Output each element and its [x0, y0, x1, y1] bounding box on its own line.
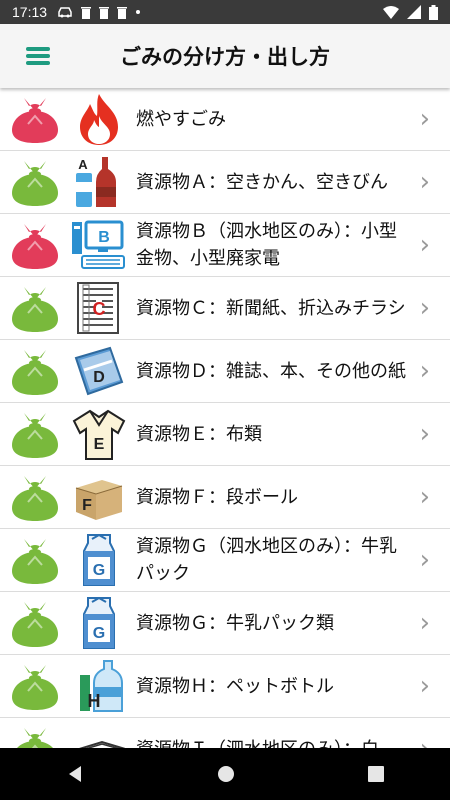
back-icon[interactable] — [66, 765, 84, 783]
pet-bottle-icon: H — [72, 659, 126, 713]
list-item-label: 資源物Ｆ：段ボール — [136, 486, 298, 508]
dot-icon — [136, 10, 141, 14]
chevron-right-icon: › — [419, 419, 430, 449]
trash-icon — [117, 6, 128, 19]
status-time: 17:13 — [12, 4, 48, 20]
list-item-label: 資源物Ｉ（泗水地区のみ）：白 — [136, 736, 411, 749]
list-item[interactable]: A 資源物Ａ：空きかん、空きびん › — [0, 151, 450, 214]
garbage-bag-icon — [12, 539, 58, 584]
category-list: 燃やすごみ › A 資源物Ａ：空きかん、空きびん › B 資源物Ｂ（泗水地区のみ）：小型金物… — [0, 88, 450, 748]
garbage-bag-icon — [12, 350, 58, 395]
navigation-bar — [0, 748, 450, 800]
page-title: ごみの分け方・出し方 — [120, 45, 330, 69]
milk-carton-icon: G — [72, 533, 126, 587]
cardboard-box-icon: F — [72, 470, 126, 524]
list-item[interactable]: C 資源物Ｃ：新聞紙、折込みチラシ › — [0, 277, 450, 340]
status-bar: 17:13 — [0, 0, 450, 24]
list-item-label: 資源物Ｇ（泗水地区のみ）：牛乳パック — [136, 536, 397, 584]
list-item-label: 資源物Ｄ：雑誌、本、その他の紙 — [136, 360, 406, 382]
chevron-right-icon: › — [419, 671, 430, 701]
svg-text:B: B — [98, 229, 110, 246]
svg-text:E: E — [94, 436, 105, 453]
list-item-label: 資源物Ｅ：布類 — [136, 423, 262, 445]
list-item[interactable]: E 資源物Ｅ：布類 › — [0, 403, 450, 466]
tray-icon — [72, 722, 126, 748]
chevron-right-icon: › — [419, 608, 430, 638]
svg-text:C: C — [93, 299, 106, 319]
list-item-label: 資源物Ｇ：牛乳パック類 — [136, 612, 334, 634]
app-bar: ごみの分け方・出し方 — [0, 24, 450, 88]
list-item[interactable]: G 資源物Ｇ：牛乳パック類 › — [0, 592, 450, 655]
signal-icon — [407, 5, 421, 19]
garbage-bag-icon — [12, 413, 58, 458]
garbage-bag-icon — [12, 665, 58, 710]
chevron-right-icon: › — [419, 482, 430, 512]
svg-text:H: H — [88, 691, 101, 711]
list-item[interactable]: 燃やすごみ › — [0, 88, 450, 151]
trash-icon — [81, 6, 92, 19]
chevron-right-icon: › — [419, 356, 430, 386]
list-item[interactable]: F 資源物Ｆ：段ボール › — [0, 466, 450, 529]
list-item-label: 燃やすごみ — [136, 108, 226, 130]
list-item[interactable]: 資源物Ｉ（泗水地区のみ）：白 › — [0, 718, 450, 748]
svg-text:F: F — [82, 497, 92, 514]
list-item-label: 資源物Ｃ：新聞紙、折込みチラシ — [136, 297, 406, 319]
car-icon — [58, 7, 72, 18]
svg-text:A: A — [78, 157, 88, 172]
hamburger-icon — [26, 44, 50, 68]
svg-text:G: G — [93, 562, 105, 579]
wifi-icon — [383, 5, 399, 19]
magazine-icon: D — [72, 344, 126, 398]
home-icon[interactable] — [217, 765, 235, 783]
bottle-can-icon: A — [72, 155, 126, 209]
list-item[interactable]: B 資源物Ｂ（泗水地区のみ）：小型金物、小型廃家電 › — [0, 214, 450, 277]
list-item[interactable]: G 資源物Ｇ（泗水地区のみ）：牛乳パック › — [0, 529, 450, 592]
milk-carton-icon: G — [72, 596, 126, 650]
garbage-bag-icon — [17, 728, 53, 748]
battery-icon — [429, 4, 438, 20]
menu-button[interactable] — [10, 24, 66, 88]
garbage-bag-icon — [12, 602, 58, 647]
garbage-bag-icon — [12, 287, 58, 332]
svg-text:D: D — [93, 369, 105, 386]
list-item[interactable]: D 資源物Ｄ：雑誌、本、その他の紙 › — [0, 340, 450, 403]
garbage-bag-icon — [12, 476, 58, 521]
garbage-bag-icon — [12, 161, 58, 206]
list-item-label: 資源物Ａ：空きかん、空きびん — [136, 171, 388, 193]
recents-icon[interactable] — [367, 766, 384, 782]
chevron-right-icon: › — [419, 104, 430, 134]
chevron-right-icon: › — [419, 545, 430, 575]
shirt-icon: E — [72, 407, 126, 461]
chevron-right-icon: › — [419, 230, 430, 260]
fire-icon — [72, 92, 126, 146]
chevron-right-icon: › — [420, 734, 430, 748]
newspaper-icon: C — [72, 281, 126, 335]
list-item-label: 資源物Ｈ：ペットボトル — [136, 675, 334, 697]
chevron-right-icon: › — [419, 167, 430, 197]
trash-icon — [99, 6, 110, 19]
list-item-label: 資源物Ｂ（泗水地区のみ）：小型金物、小型廃家電 — [136, 221, 397, 269]
list-item[interactable]: H 資源物Ｈ：ペットボトル › — [0, 655, 450, 718]
appliance-icon: B — [72, 218, 126, 272]
svg-text:G: G — [93, 625, 105, 642]
garbage-bag-icon — [12, 98, 58, 143]
garbage-bag-icon — [12, 224, 58, 269]
chevron-right-icon: › — [419, 293, 430, 323]
